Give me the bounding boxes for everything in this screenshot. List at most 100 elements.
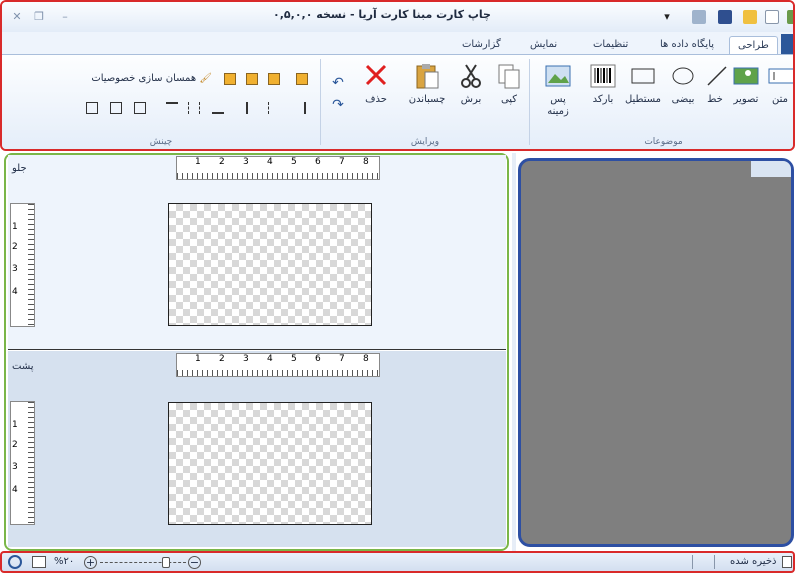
line-tool-button[interactable]: خط <box>702 61 728 106</box>
new-file-icon[interactable] <box>765 10 779 24</box>
fit-page-icon[interactable] <box>32 556 46 568</box>
group-objects-icon[interactable] <box>86 102 98 114</box>
qat-dropdown-icon[interactable]: ▾ <box>660 10 674 24</box>
image-icon <box>731 61 761 91</box>
copy-label: کپی <box>500 94 518 105</box>
close-icon[interactable]: ✕ <box>10 10 24 24</box>
open-folder-icon[interactable] <box>743 10 757 24</box>
match-properties-button[interactable]: 🖌 همسان سازی خصوصیات <box>72 71 212 87</box>
paste-button[interactable]: چسباندن <box>402 61 452 106</box>
redo-icon[interactable]: ↷ <box>330 97 346 113</box>
save-icon[interactable] <box>718 10 732 24</box>
image-tool-button[interactable]: تصویر <box>729 61 763 106</box>
ribbon-tabs: طراحی پایگاه داده ها تنظیمات نمایش گزارش… <box>2 32 793 54</box>
objects-group-label: موضوعات <box>644 137 683 147</box>
print-icon[interactable] <box>692 10 706 24</box>
restore-icon[interactable]: ❐ <box>32 10 46 24</box>
preview-tab-handle[interactable] <box>751 161 791 177</box>
ruler-tick-label: 1 <box>12 222 18 232</box>
ruler-tick-label: 4 <box>267 157 273 167</box>
paste-label: چسباندن <box>408 94 446 105</box>
ruler-tick-label: 7 <box>339 354 345 364</box>
ruler-tick-label: 2 <box>12 440 18 450</box>
card-front-side[interactable]: جلو 1 2 3 4 5 6 7 8 1 2 3 4 <box>8 155 506 349</box>
bring-to-front-icon[interactable] <box>268 73 280 85</box>
side-divider <box>8 349 506 350</box>
tab-settings[interactable]: تنظیمات <box>585 36 636 54</box>
status-separator <box>692 555 693 569</box>
zoom-slider-thumb[interactable] <box>162 557 170 568</box>
cut-button[interactable]: برش <box>454 61 488 106</box>
align-right-icon[interactable] <box>294 102 306 114</box>
card-front-canvas[interactable] <box>168 203 372 326</box>
ruler-tick-label: 3 <box>243 157 249 167</box>
background-tool-button[interactable]: پس زمینه <box>538 61 578 118</box>
ellipse-tool-button[interactable]: بیضی <box>666 61 700 106</box>
align-top-icon[interactable] <box>166 102 178 114</box>
undo-icon[interactable]: ↶ <box>330 75 346 91</box>
ellipse-tool-label: بیضی <box>671 94 695 105</box>
ruler-tick-label: 5 <box>291 354 297 364</box>
copy-button[interactable]: کپی <box>492 61 526 106</box>
arrange-group-label: چینش <box>149 137 173 147</box>
paste-icon <box>412 61 442 91</box>
tab-view[interactable]: نمایش <box>522 36 565 54</box>
barcode-tool-button[interactable]: بارکد <box>586 61 620 106</box>
send-backward-icon[interactable] <box>246 73 258 85</box>
rectangle-tool-button[interactable]: مستطیل <box>622 61 664 106</box>
ruler-tick-label: 2 <box>219 354 225 364</box>
zoom-slider[interactable] <box>100 557 186 568</box>
ruler-tick-label: 2 <box>219 157 225 167</box>
zoom-out-icon[interactable]: − <box>188 556 201 569</box>
align-bottom-icon[interactable] <box>212 102 224 114</box>
ruler-tick-label: 7 <box>339 157 345 167</box>
ruler-tick-label: 8 <box>363 157 369 167</box>
front-side-label: جلو <box>12 163 27 174</box>
bring-forward-icon[interactable] <box>224 73 236 85</box>
tab-design[interactable]: طراحی <box>729 36 778 54</box>
ellipse-icon <box>668 61 698 91</box>
barcode-icon <box>588 61 618 91</box>
cut-label: برش <box>460 94 482 105</box>
ruler-tick-label: 2 <box>12 242 18 252</box>
vertical-ruler: 1 2 3 4 <box>10 203 35 327</box>
text-tool-label: متن <box>772 94 788 105</box>
ruler-tick-label: 3 <box>243 354 249 364</box>
zoom-percent: %۲۰ <box>54 556 75 567</box>
line-icon <box>702 61 732 91</box>
edit-group-label: ویرایش <box>410 137 440 147</box>
group-separator <box>529 59 530 145</box>
delete-button[interactable]: حذف <box>358 61 394 106</box>
image-tool-label: تصویر <box>733 94 759 105</box>
ruler-tick-label: 5 <box>291 157 297 167</box>
brush-icon: 🖌 <box>199 73 212 84</box>
saved-status: ذخیره شده <box>730 556 777 567</box>
app-menu-button[interactable] <box>781 34 793 54</box>
align-center-icon[interactable] <box>268 102 280 114</box>
tab-reports[interactable]: گزارشات <box>454 36 509 54</box>
tab-database[interactable]: پایگاه داده ها <box>652 36 722 54</box>
ungroup-objects-icon[interactable] <box>110 102 122 114</box>
center-object-icon[interactable] <box>134 102 146 114</box>
preview-panel <box>518 158 794 547</box>
copy-icon <box>494 61 524 91</box>
delete-icon <box>361 61 391 91</box>
card-back-canvas[interactable] <box>168 402 372 525</box>
rectangle-icon <box>628 61 658 91</box>
status-separator <box>714 555 715 569</box>
group-separator <box>320 59 321 145</box>
send-to-back-icon[interactable] <box>296 73 308 85</box>
zoom-in-icon[interactable]: + <box>84 556 97 569</box>
ruler-tick-label: 1 <box>12 420 18 430</box>
card-back-side[interactable]: پشت 1 2 3 4 5 6 7 8 1 2 3 4 <box>8 351 506 547</box>
align-left-icon[interactable] <box>246 102 258 114</box>
text-tool-button[interactable]: متن <box>764 61 793 106</box>
vertical-ruler: 1 2 3 4 <box>10 401 35 525</box>
ruler-tick-label: 4 <box>12 485 18 495</box>
minimize-icon[interactable]: – <box>58 10 72 24</box>
align-middle-icon[interactable] <box>188 102 200 114</box>
background-tool-label-line2: زمینه <box>547 106 569 117</box>
window-title: چاپ کارت مبنا کارت آریا - نسخه ۰,۵,۰,۰ <box>273 8 491 21</box>
panel-splitter[interactable] <box>512 153 516 551</box>
zoom-magnifier-icon[interactable] <box>8 555 22 569</box>
